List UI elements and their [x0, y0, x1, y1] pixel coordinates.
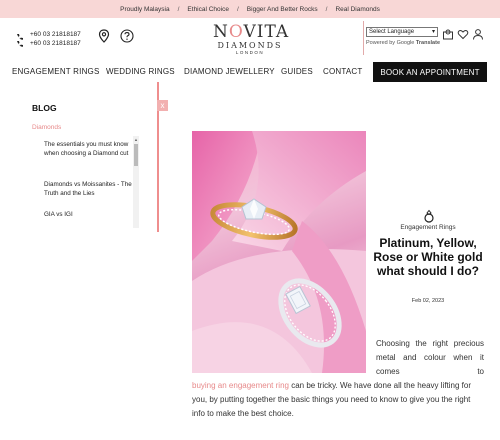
powered-by-google-translate: Powered by Google Translate [366, 40, 441, 46]
user-icon[interactable] [472, 27, 484, 40]
nav-contact[interactable]: CONTACT [323, 67, 362, 76]
sidebar-category-diamonds[interactable]: Diamonds [32, 124, 61, 131]
sidebar-post-item[interactable]: The essentials you must know when choosi… [44, 140, 132, 158]
scroll-up-arrow-icon[interactable]: ▲ [134, 137, 138, 142]
phone-icon[interactable] [16, 33, 24, 47]
ring-box-icon[interactable] [442, 27, 454, 40]
nav-diamond-jewellery[interactable]: DIAMOND JEWELLERY [184, 67, 275, 76]
logo-wordmark: NOVITA [213, 22, 290, 42]
location-pin-icon[interactable] [98, 29, 110, 43]
promo-item: Proudly Malaysia [120, 5, 170, 13]
nav-guides[interactable]: GUIDES [281, 67, 313, 76]
nav-engagement-rings[interactable]: ENGAGEMENT RINGS [12, 67, 100, 76]
sidebar-scrollbar[interactable]: ▲ [133, 136, 139, 228]
site-logo[interactable]: NOVITA DIAMONDS LONDON [213, 22, 290, 56]
logo-subline: DIAMONDS [217, 41, 283, 50]
header-divider [363, 21, 364, 55]
help-icon[interactable] [120, 29, 134, 43]
logo-city: LONDON [235, 50, 265, 55]
sidebar-post-item[interactable]: GIA vs IGI [44, 210, 132, 219]
article-intro-text: Choosing the right precious metal and co… [376, 339, 484, 376]
book-appointment-button[interactable]: BOOK AN APPOINTMENT [373, 62, 487, 82]
article-category[interactable]: Engagement Rings [372, 224, 484, 231]
promo-item: Ethical Choice [187, 5, 229, 13]
promo-bar: Proudly Malaysia / Ethical Choice / Bigg… [0, 0, 500, 18]
sidebar-post-item[interactable]: Diamonds vs Moissanites - The Truth and … [44, 180, 132, 198]
phone-number-1[interactable]: +60 03 21818187 [30, 31, 81, 40]
blog-title: BLOG [32, 103, 57, 113]
main-nav: ENGAGEMENT RINGS WEDDING RINGS DIAMOND J… [0, 62, 500, 82]
article-body-text: buying an engagement ring can be tricky.… [192, 381, 472, 418]
buying-engagement-ring-link[interactable]: buying an engagement ring [192, 381, 289, 390]
article-title: Platinum, Yellow, Rose or White gold wha… [373, 236, 483, 278]
phone-number-2[interactable]: +60 03 21818187 [30, 40, 81, 49]
promo-item: Real Diamonds [335, 5, 380, 13]
language-select[interactable]: Select Language ▾ [366, 27, 438, 37]
rings-illustration [192, 131, 366, 373]
nav-wedding-rings[interactable]: WEDDING RINGS [106, 67, 175, 76]
phone-numbers: +60 03 21818187 +60 03 21818187 [30, 31, 81, 48]
scrollbar-thumb[interactable] [134, 144, 138, 166]
promo-item: Bigger And Better Rocks [246, 5, 318, 13]
ring-icon [423, 209, 435, 223]
heart-icon[interactable] [457, 27, 469, 40]
header-icons [442, 27, 484, 40]
article-date: Feb 02, 2023 [411, 298, 445, 304]
close-sidebar-button[interactable]: x [157, 100, 168, 111]
article-hero-image [192, 131, 366, 373]
chevron-down-icon: ▾ [431, 29, 435, 35]
site-header: +60 03 21818187 +60 03 21818187 NOVITA D… [0, 18, 500, 60]
